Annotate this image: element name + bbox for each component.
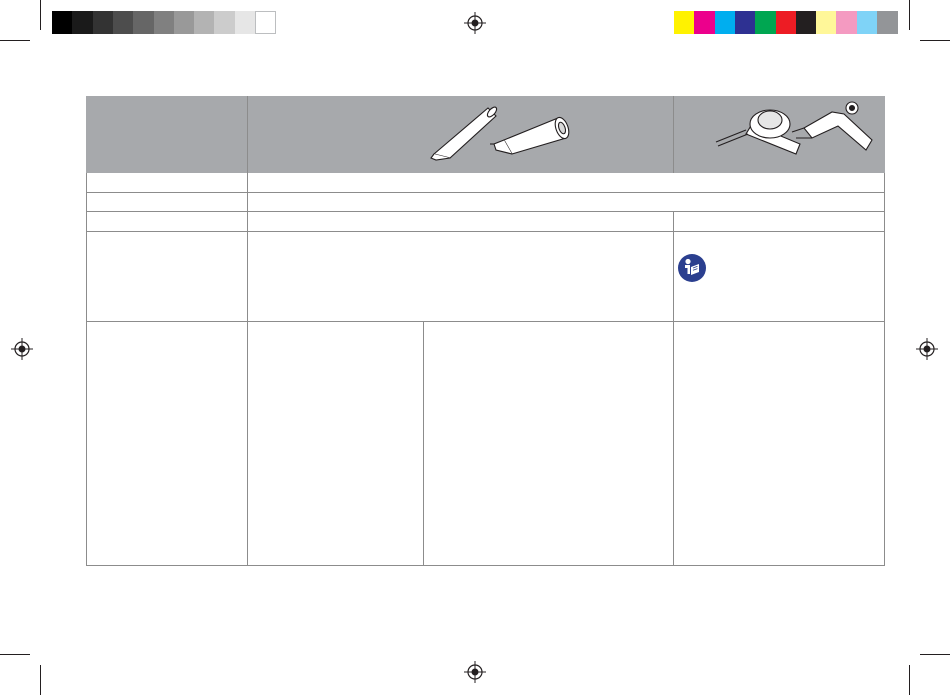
color-swatch (877, 11, 898, 34)
nozzle-tips-illustration (430, 106, 570, 161)
color-swatch (795, 11, 817, 34)
gray-swatch (92, 11, 114, 34)
gray-swatch (194, 11, 216, 34)
registration-target-icon (464, 12, 486, 34)
color-swatch (816, 11, 838, 34)
color-swatch (856, 11, 878, 34)
table-row (86, 232, 885, 322)
registration-target-icon (464, 661, 486, 683)
gray-swatch (255, 11, 276, 34)
read-instructions-icon (678, 254, 706, 282)
gray-swatch (214, 11, 236, 34)
color-swatch (674, 11, 695, 34)
spec-table (86, 96, 885, 566)
table-row (86, 173, 885, 193)
gray-swatch (153, 11, 175, 34)
registration-target-icon (11, 338, 33, 360)
gray-swatch (72, 11, 94, 34)
gray-swatch (133, 11, 155, 34)
registration-target-icon (916, 338, 938, 360)
color-swatch (775, 11, 797, 34)
gray-swatch (173, 11, 195, 34)
color-swatch (694, 11, 716, 34)
table-row (86, 193, 885, 212)
color-swatch (755, 11, 777, 34)
color-swatch (714, 11, 736, 34)
table-row (86, 322, 885, 566)
gray-swatch (52, 11, 73, 34)
gray-swatch (112, 11, 134, 34)
color-swatch (734, 11, 756, 34)
gray-swatch (234, 11, 256, 34)
table-row (86, 212, 885, 232)
handpiece-illustration (715, 101, 873, 155)
color-swatch (836, 11, 858, 34)
